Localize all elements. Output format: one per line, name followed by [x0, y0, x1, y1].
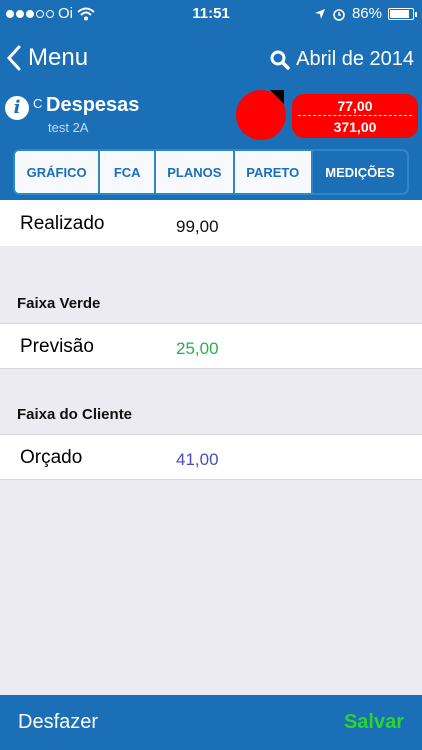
search-icon	[270, 50, 290, 70]
battery-percent: 86%	[351, 5, 382, 22]
segmented-tabs: GRÁFICO FCA PLANOS PARETO MEDIÇÕES	[13, 149, 409, 195]
indicator-subtitle: test 2A	[48, 120, 89, 135]
orcado-row[interactable]: Orçado 41,00	[0, 434, 422, 480]
tab-medicoes[interactable]: MEDIÇÕES	[312, 151, 407, 193]
previsao-value: 25,00	[176, 339, 219, 358]
tab-fca[interactable]: FCA	[100, 151, 157, 193]
tab-pareto[interactable]: PARETO	[235, 151, 313, 193]
app-header: Oi 11:51 86% Menu Abril de 2014 i C Desp…	[0, 0, 422, 200]
alarm-clock-icon	[333, 8, 345, 21]
value-top: 77,00	[337, 98, 373, 114]
tab-grafico[interactable]: GRÁFICO	[15, 151, 101, 193]
info-icon[interactable]: i	[5, 96, 29, 120]
status-bar: Oi 11:51 86%	[0, 0, 422, 28]
orcado-value: 41,00	[176, 450, 219, 469]
realizado-value: 99,00	[176, 217, 219, 236]
indicator-title: Despesas	[46, 94, 140, 116]
faixa-cliente-heading: Faixa do Cliente	[17, 406, 133, 423]
faixa-verde-heading: Faixa Verde	[17, 295, 101, 312]
bottom-toolbar: Desfazer Salvar	[0, 695, 422, 750]
menu-back-button[interactable]: Menu	[6, 44, 88, 72]
location-arrow-icon	[314, 8, 325, 19]
navigation-bar: Menu Abril de 2014	[0, 40, 422, 84]
indicator-header: i C Despesas test 2A 77,00 371,00	[0, 88, 422, 144]
save-button[interactable]: Salvar	[344, 711, 404, 734]
value-divider	[298, 115, 412, 116]
realizado-label: Realizado	[20, 213, 105, 234]
previsao-row[interactable]: Previsão 25,00	[0, 323, 422, 369]
menu-back-label: Menu	[28, 44, 89, 71]
indicator-tag: C	[33, 96, 43, 111]
corner-flag-icon	[270, 90, 284, 104]
orcado-label: Orçado	[20, 447, 83, 468]
previsao-label: Previsão	[20, 336, 94, 357]
chevron-left-icon	[6, 45, 21, 71]
realizado-row[interactable]: Realizado 99,00	[0, 200, 422, 246]
period-label: Abril de 2014	[296, 48, 414, 70]
value-bottom: 371,00	[333, 119, 377, 135]
undo-button[interactable]: Desfazer	[18, 711, 98, 734]
period-selector[interactable]: Abril de 2014	[270, 48, 414, 71]
tab-planos[interactable]: PLANOS	[156, 151, 235, 193]
battery-icon	[388, 7, 417, 20]
indicator-values-badge: 77,00 371,00	[292, 94, 418, 138]
